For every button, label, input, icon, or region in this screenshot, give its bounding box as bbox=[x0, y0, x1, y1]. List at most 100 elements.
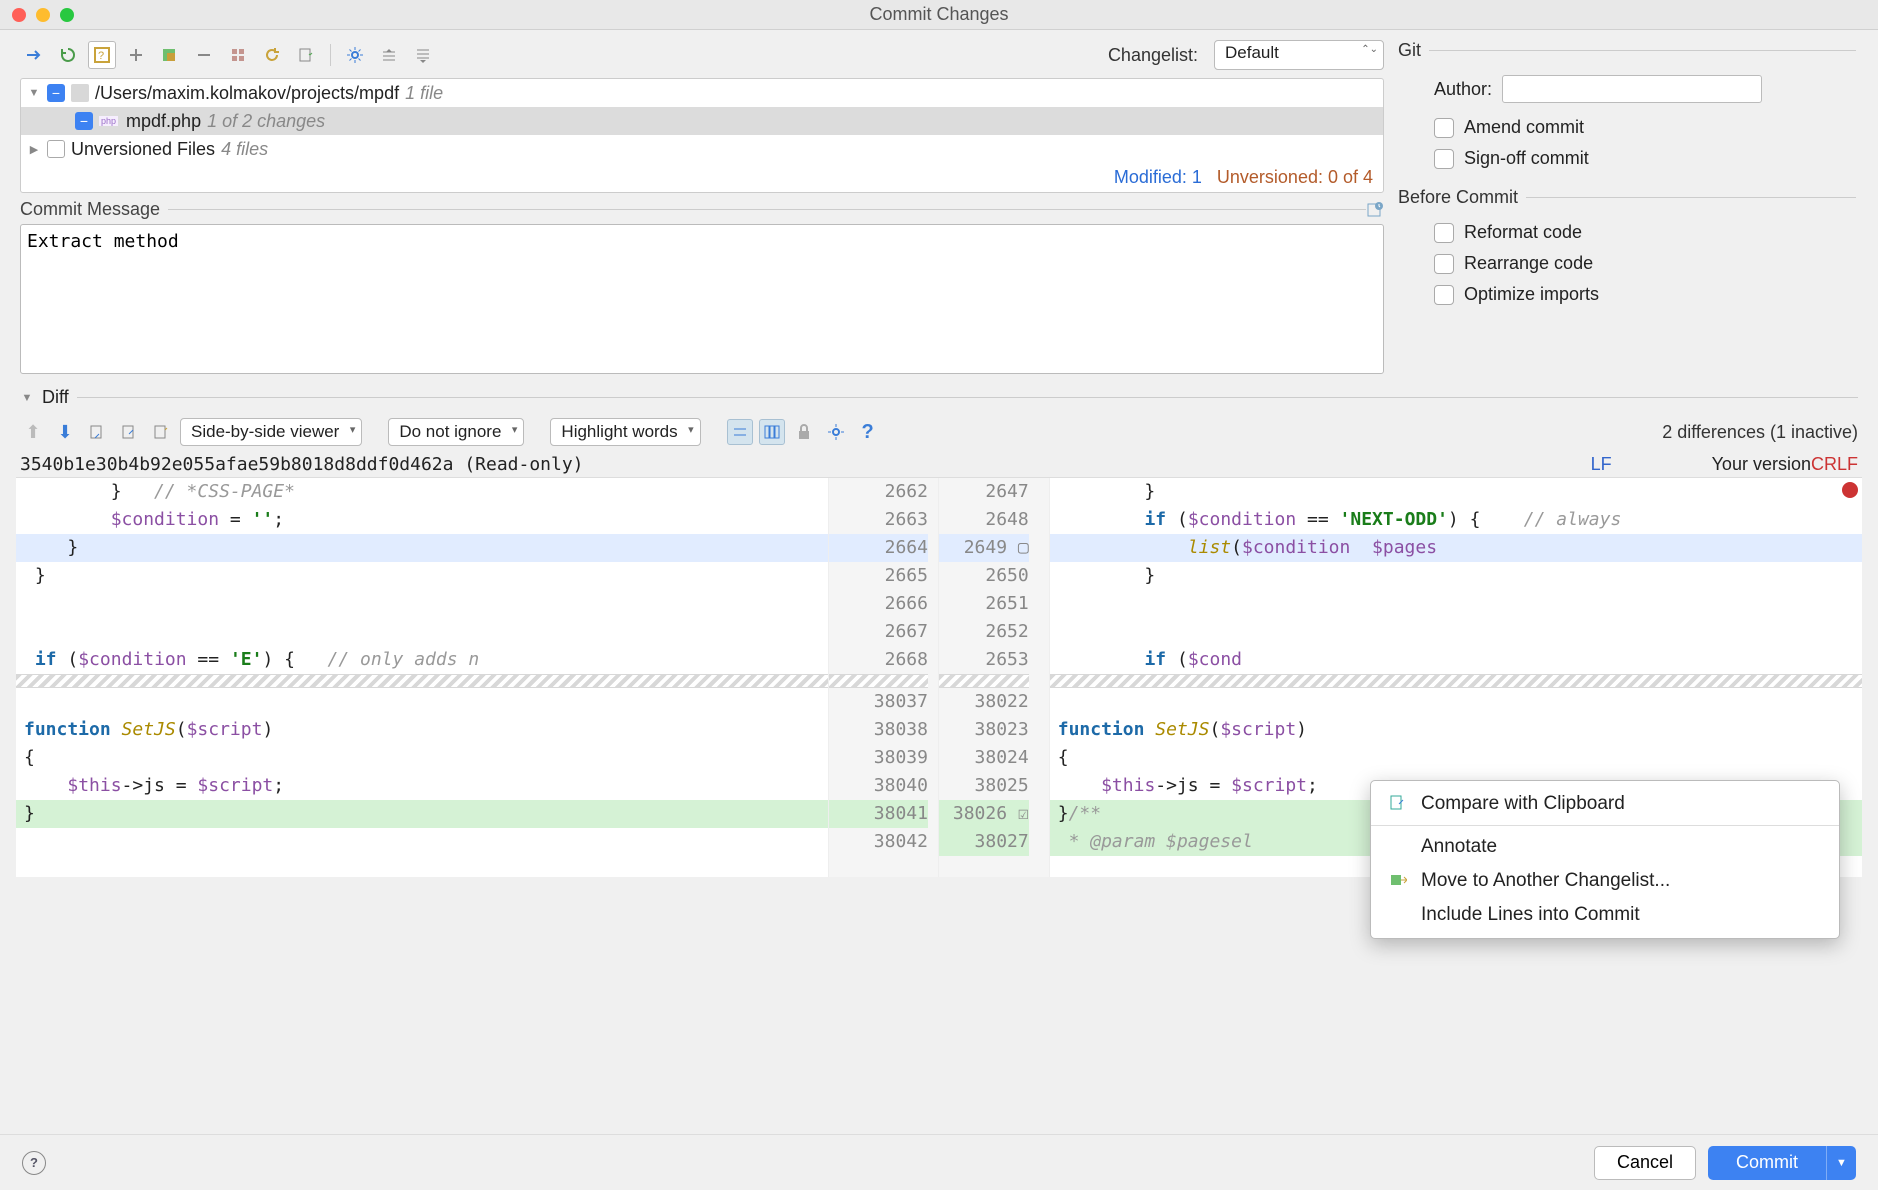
jump-to-source-icon[interactable] bbox=[84, 419, 110, 445]
checkbox-unchecked-icon[interactable] bbox=[47, 140, 65, 158]
history-icon[interactable] bbox=[1366, 201, 1384, 219]
diff-right-title: Your version bbox=[1712, 454, 1811, 475]
compare-icon[interactable] bbox=[116, 419, 142, 445]
php-file-icon: php bbox=[99, 116, 118, 126]
ignore-select[interactable]: Do not ignore bbox=[388, 418, 524, 446]
edit-icon[interactable] bbox=[148, 419, 174, 445]
menu-move-changelist[interactable]: Move to Another Changelist... bbox=[1371, 864, 1839, 898]
prev-diff-icon[interactable]: ⬆ bbox=[20, 419, 46, 445]
diff-left-gutter: 2662266326642665266626672668 38037380383… bbox=[828, 478, 939, 877]
sync-scroll-icon[interactable] bbox=[727, 419, 753, 445]
author-input[interactable] bbox=[1502, 75, 1762, 103]
maximize-window-icon[interactable] bbox=[60, 8, 74, 22]
menu-item-label: Compare with Clipboard bbox=[1421, 793, 1625, 815]
file-tree: ▼ − /Users/maxim.kolmakov/projects/mpdf … bbox=[20, 78, 1384, 193]
svg-text:?: ? bbox=[98, 50, 104, 62]
changelist-select[interactable]: Default bbox=[1214, 40, 1384, 70]
commit-dropdown-icon[interactable]: ▼ bbox=[1826, 1146, 1856, 1180]
remove-icon[interactable] bbox=[190, 41, 218, 69]
diff-count: 2 differences (1 inactive) bbox=[1662, 422, 1858, 443]
minimize-window-icon[interactable] bbox=[36, 8, 50, 22]
settings-icon[interactable] bbox=[341, 41, 369, 69]
reformat-checkbox-row[interactable]: Reformat code bbox=[1434, 222, 1856, 243]
diff-left-pane[interactable]: } // *CSS-PAGE* $condition = ''; } } if … bbox=[16, 478, 828, 877]
author-label: Author: bbox=[1434, 79, 1492, 100]
diff-left-encoding: LF bbox=[1591, 454, 1612, 475]
lock-icon[interactable] bbox=[791, 419, 817, 445]
rearrange-checkbox-row[interactable]: Rearrange code bbox=[1434, 253, 1856, 274]
checkbox-icon[interactable] bbox=[1434, 254, 1454, 274]
checkbox-checked-icon[interactable]: − bbox=[75, 112, 93, 130]
tree-root-meta: 1 file bbox=[405, 83, 443, 104]
cancel-button[interactable]: Cancel bbox=[1594, 1146, 1696, 1180]
next-diff-icon[interactable]: ⬇ bbox=[52, 419, 78, 445]
amend-label: Amend commit bbox=[1464, 117, 1584, 138]
tree-root-path: /Users/maxim.kolmakov/projects/mpdf bbox=[95, 83, 399, 104]
help-icon[interactable]: ? bbox=[855, 419, 881, 445]
diff-toolbar: ⬆ ⬇ Side-by-side viewer Do not ignore Hi… bbox=[0, 412, 1878, 452]
diff-settings-icon[interactable] bbox=[823, 419, 849, 445]
menu-annotate[interactable]: Annotate bbox=[1371, 830, 1839, 864]
cancel-label: Cancel bbox=[1617, 1152, 1673, 1172]
list-icon[interactable] bbox=[224, 41, 252, 69]
signoff-checkbox-row[interactable]: Sign-off commit bbox=[1434, 148, 1856, 169]
collapse-all-icon[interactable] bbox=[409, 41, 437, 69]
refresh-icon[interactable] bbox=[54, 41, 82, 69]
viewer-mode-value: Side-by-side viewer bbox=[191, 422, 339, 441]
tree-unversioned-row[interactable]: ▶ Unversioned Files 4 files bbox=[21, 135, 1383, 163]
commit-button[interactable]: Commit ▼ bbox=[1708, 1146, 1856, 1180]
menu-compare-clipboard[interactable]: Compare with Clipboard bbox=[1371, 787, 1839, 821]
ignore-value: Do not ignore bbox=[399, 422, 501, 441]
menu-item-label: Move to Another Changelist... bbox=[1421, 870, 1670, 892]
show-diff-icon[interactable]: ? bbox=[88, 41, 116, 69]
tree-file-row[interactable]: − php mpdf.php 1 of 2 changes bbox=[21, 107, 1383, 135]
context-menu: Compare with Clipboard Annotate Move to … bbox=[1370, 780, 1840, 939]
before-commit-label: Before Commit bbox=[1398, 187, 1518, 208]
highlight-select[interactable]: Highlight words bbox=[550, 418, 700, 446]
diff-right-encoding: CRLF bbox=[1811, 454, 1858, 475]
modified-count: Modified: 1 bbox=[1114, 167, 1202, 187]
revert-icon[interactable] bbox=[258, 41, 286, 69]
close-window-icon[interactable] bbox=[12, 8, 26, 22]
compare-clipboard-icon bbox=[1389, 794, 1409, 814]
commit-message-input[interactable]: Extract method bbox=[20, 224, 1384, 374]
move-changelist-icon bbox=[1389, 871, 1409, 891]
checkbox-icon[interactable] bbox=[1434, 149, 1454, 169]
highlight-value: Highlight words bbox=[561, 422, 677, 441]
checkbox-checked-icon[interactable]: − bbox=[47, 84, 65, 102]
diff-section-label: Diff bbox=[42, 387, 69, 408]
help-button[interactable]: ? bbox=[22, 1151, 46, 1175]
diff-file-header: 3540b1e30b4b92e055afae59b8018d8ddf0d462a… bbox=[0, 452, 1878, 477]
unversioned-label: Unversioned Files bbox=[71, 139, 215, 160]
chevron-down-icon[interactable]: ▼ bbox=[20, 392, 34, 404]
titlebar: Commit Changes bbox=[0, 0, 1878, 30]
unversioned-meta: 4 files bbox=[221, 139, 268, 160]
checkbox-icon[interactable] bbox=[1434, 223, 1454, 243]
tree-root-row[interactable]: ▼ − /Users/maxim.kolmakov/projects/mpdf … bbox=[21, 79, 1383, 107]
diff-left-title: 3540b1e30b4b92e055afae59b8018d8ddf0d462a… bbox=[20, 454, 1591, 475]
traffic-lights bbox=[12, 8, 74, 22]
menu-include-lines[interactable]: Include Lines into Commit bbox=[1371, 898, 1839, 932]
optimize-checkbox-row[interactable]: Optimize imports bbox=[1434, 284, 1856, 305]
checkbox-icon[interactable] bbox=[1434, 285, 1454, 305]
git-section-label: Git bbox=[1398, 40, 1421, 61]
expand-all-icon[interactable] bbox=[375, 41, 403, 69]
amend-checkbox-row[interactable]: Amend commit bbox=[1434, 117, 1856, 138]
new-changelist-icon[interactable] bbox=[292, 41, 320, 69]
chevron-right-icon[interactable]: ▶ bbox=[27, 143, 41, 156]
commit-message-label: Commit Message bbox=[20, 199, 168, 220]
chevron-down-icon[interactable]: ▼ bbox=[27, 87, 41, 99]
viewer-mode-select[interactable]: Side-by-side viewer bbox=[180, 418, 362, 446]
changelist-label: Changelist: bbox=[1108, 45, 1198, 66]
changelist-selected: Default bbox=[1225, 43, 1279, 62]
menu-item-label: Annotate bbox=[1421, 836, 1497, 858]
diff-right-gutter: 264726482649 ▢2650265126522653 380223802… bbox=[939, 478, 1050, 877]
commit-label: Commit bbox=[1736, 1152, 1798, 1173]
tree-file-name: mpdf.php bbox=[126, 111, 201, 132]
group-by-icon[interactable] bbox=[156, 41, 184, 69]
add-icon[interactable] bbox=[122, 41, 150, 69]
three-pane-icon[interactable] bbox=[759, 419, 785, 445]
checkbox-icon[interactable] bbox=[1434, 118, 1454, 138]
collapse-icon[interactable] bbox=[20, 41, 48, 69]
window-title: Commit Changes bbox=[869, 4, 1008, 25]
